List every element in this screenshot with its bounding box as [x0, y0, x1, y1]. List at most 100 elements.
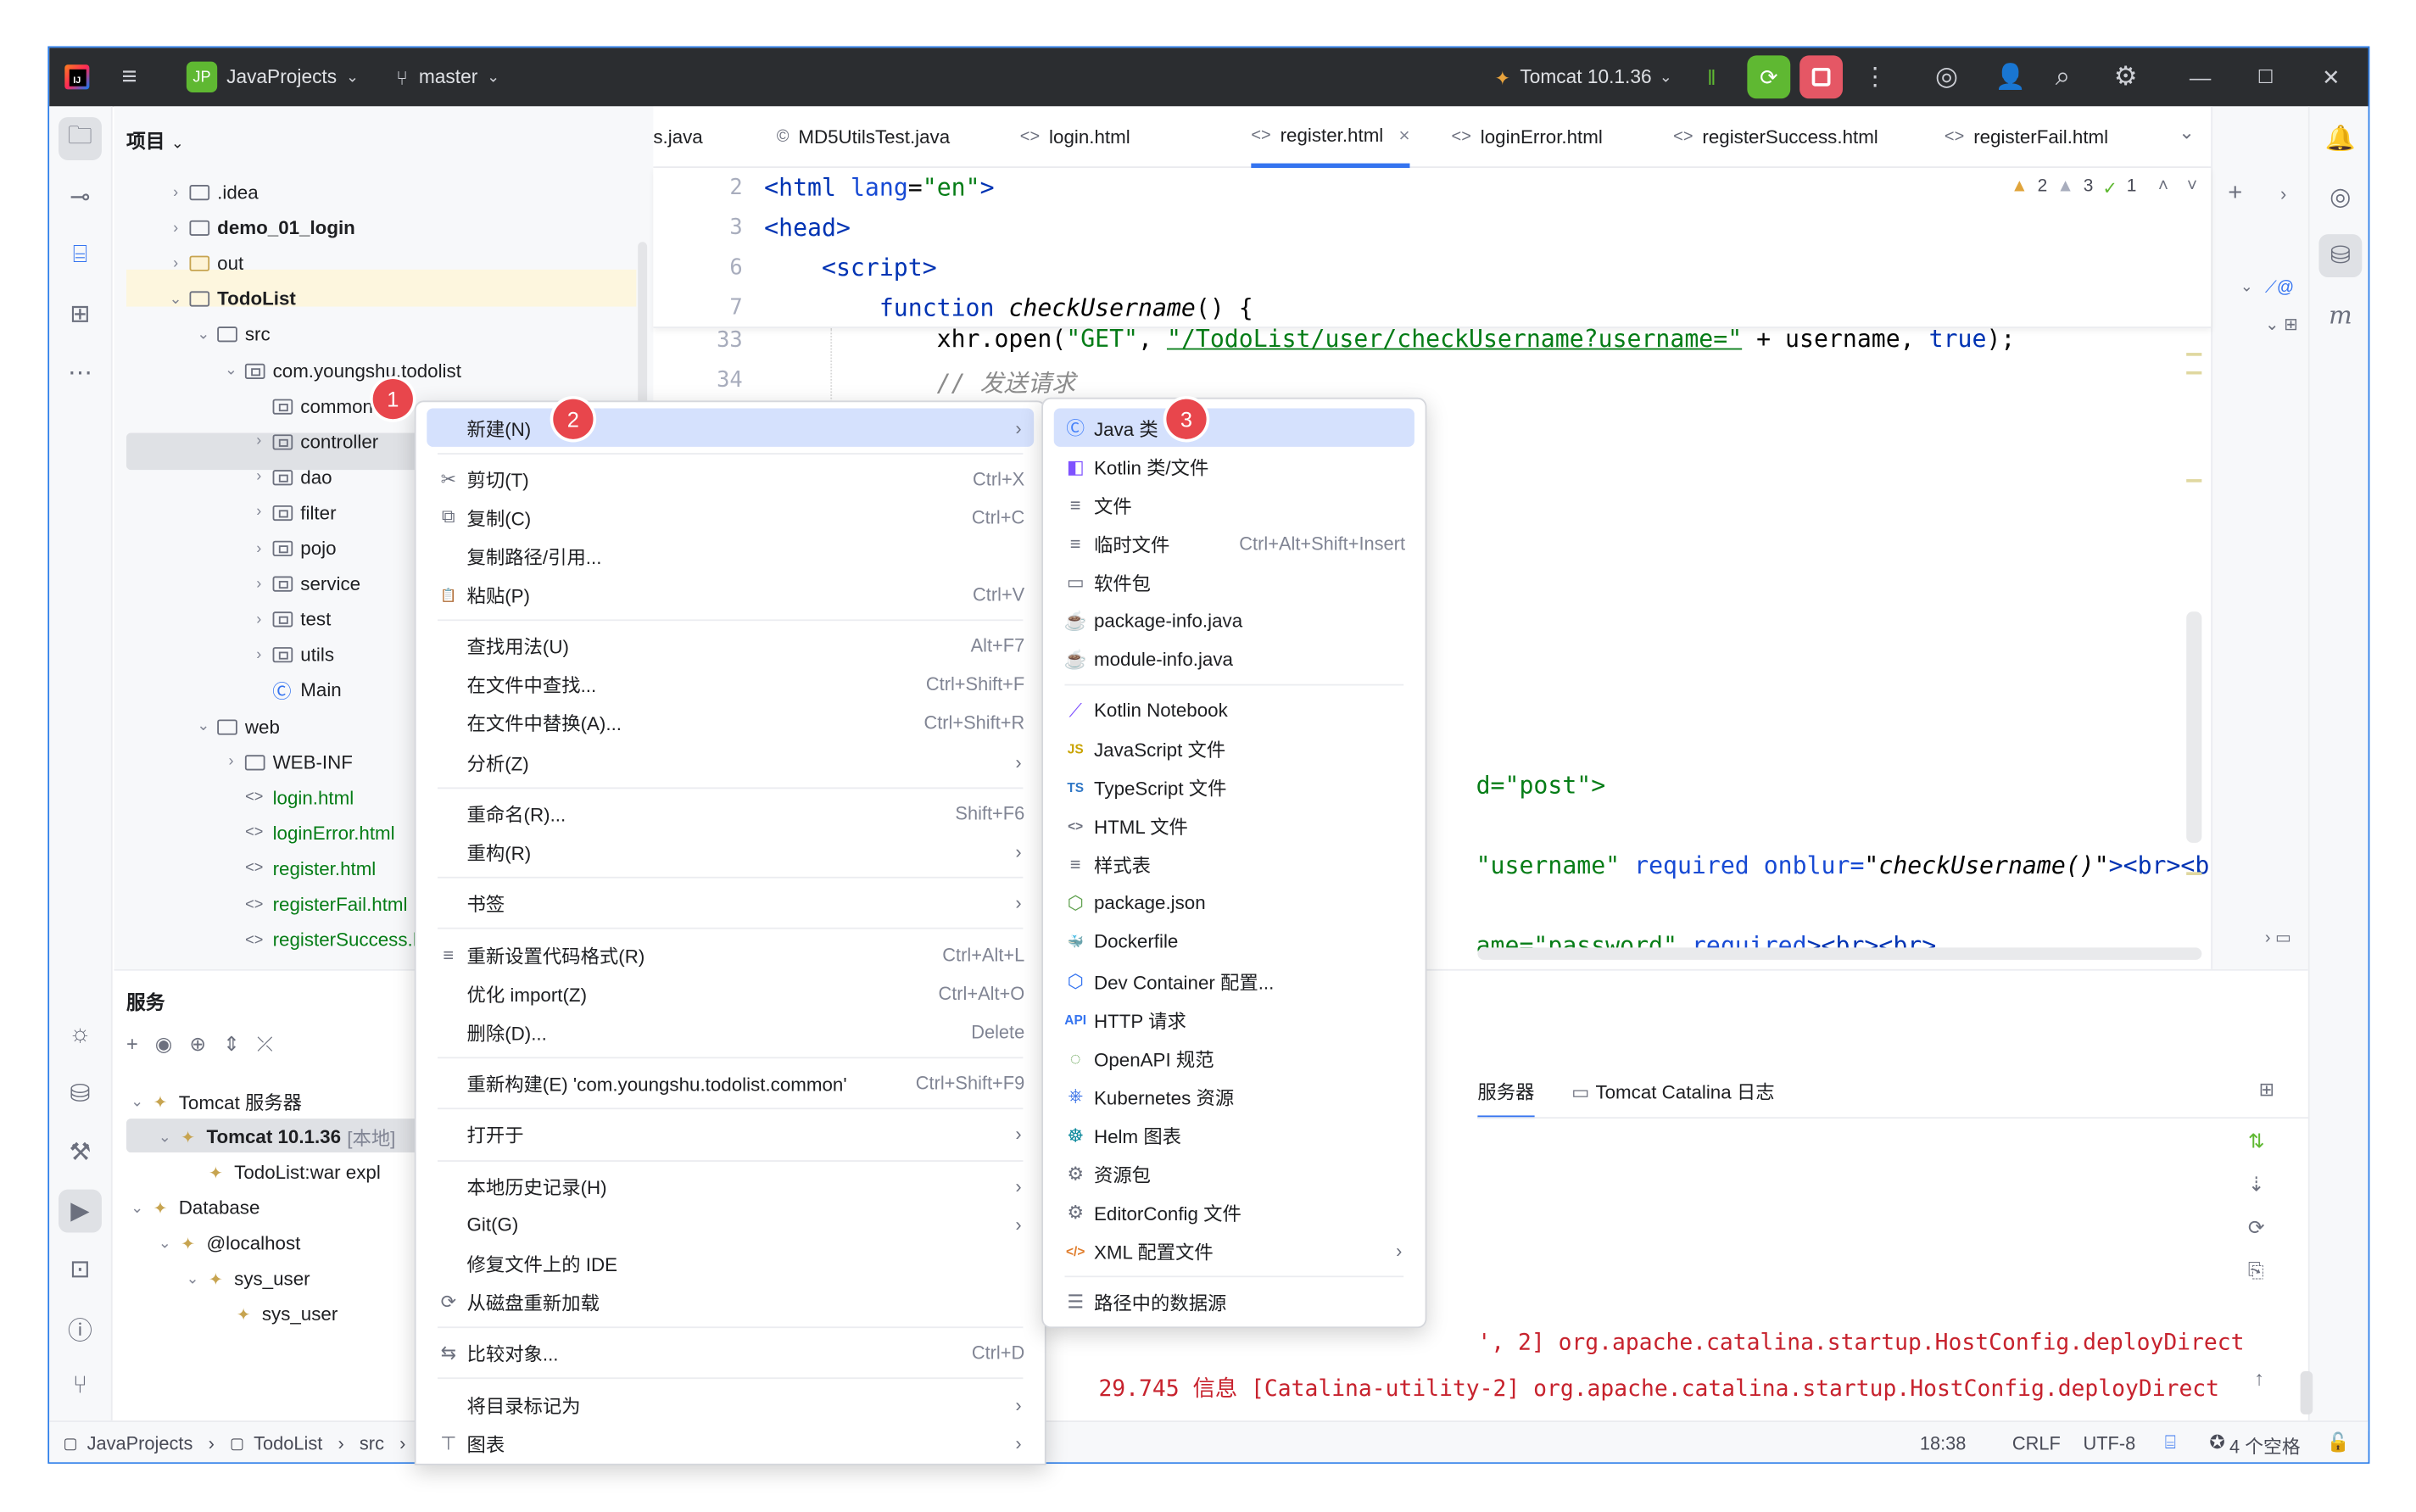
tree-arrow-icon[interactable]: ⌄	[192, 718, 214, 735]
project-tree-item[interactable]: › service	[248, 567, 360, 601]
services-tree-item[interactable]: ✦ TodoList:war expl	[181, 1156, 381, 1190]
tree-arrow-icon[interactable]: ›	[248, 540, 270, 557]
project-tree-item[interactable]: ⌄ src	[192, 318, 271, 352]
next-highlight-icon[interactable]: ˅	[2187, 177, 2197, 198]
services-icon[interactable]: ▶	[59, 1189, 102, 1233]
editor-tab[interactable]: <> registerFail.html	[1945, 106, 2108, 168]
menu-item[interactable]: ⧉ 复制(C) Ctrl+C	[427, 499, 1034, 538]
tab-server[interactable]: 服务器	[1477, 1077, 1535, 1119]
menu-item[interactable]: ≡ 文件	[1054, 485, 1414, 524]
file-encoding[interactable]: UTF-8	[2083, 1433, 2135, 1454]
services-tree-item[interactable]: ⌄ ✦ @localhost	[154, 1226, 301, 1260]
menu-item[interactable]: ⟳ 从磁盘重新加载	[427, 1282, 1034, 1321]
menu-item[interactable]: ◧ Kotlin 类/文件	[1054, 447, 1414, 486]
menu-item[interactable]: 新建(N) ›	[427, 408, 1035, 447]
ai-assistant-icon[interactable]: ◎	[1935, 47, 1958, 106]
project-tree-item[interactable]: <> loginError.html	[220, 817, 394, 851]
project-tree-item[interactable]: › filter	[248, 496, 336, 530]
menu-item[interactable]: ≡ 样式表	[1054, 845, 1414, 884]
services-tree-item[interactable]: ⌄ ✦ Database	[126, 1191, 259, 1225]
git-icon[interactable]: ⑂	[59, 1365, 102, 1409]
menu-item[interactable]: 在文件中查找... Ctrl+Shift+F	[427, 666, 1034, 705]
project-tree-item[interactable]: › utils	[248, 639, 334, 672]
editor-vertical-scrollbar[interactable]	[2186, 611, 2202, 843]
breadcrumb-javaprojects[interactable]: JavaProjects	[87, 1433, 193, 1454]
project-tree-item[interactable]: › test	[248, 603, 331, 637]
app-logo[interactable]: IJ	[64, 47, 90, 106]
project-tree-item[interactable]: ⌄ web	[192, 710, 280, 744]
chevron-right-icon[interactable]: ›	[2280, 183, 2286, 204]
menu-item[interactable]: ⟋ Kotlin Notebook	[1054, 691, 1414, 730]
editor-tab[interactable]: <> login.html	[1020, 106, 1130, 168]
layout-icon[interactable]: ⊞	[2259, 1079, 2274, 1100]
debug-bug-icon[interactable]: ☼	[59, 1014, 102, 1057]
menu-item[interactable]: 修复文件上的 IDE	[427, 1244, 1034, 1283]
tree-arrow-icon[interactable]: ⌄	[154, 1129, 176, 1146]
export-icon[interactable]: ⎘	[2248, 1258, 2265, 1283]
hamburger-icon[interactable]: ≡	[122, 47, 137, 106]
tree-arrow-icon[interactable]: ›	[248, 647, 270, 664]
prev-highlight-icon[interactable]: ˄	[2158, 177, 2168, 198]
menu-item[interactable]: ⚙ 资源包	[1054, 1154, 1414, 1193]
collapsed-node-icon[interactable]: › ▭	[2265, 928, 2291, 948]
project-tree-item[interactable]: › controller	[248, 425, 378, 459]
minimize-button[interactable]: —	[2190, 47, 2211, 106]
menu-item[interactable]: 删除(D)... Delete	[427, 1013, 1034, 1052]
breadcrumb-todolist[interactable]: TodoList	[254, 1433, 322, 1454]
run-config-selector[interactable]: ✦ Tomcat 10.1.36 ⌄	[1494, 47, 1672, 106]
menu-item[interactable]: ⚙ EditorConfig 文件	[1054, 1193, 1414, 1232]
more-actions-icon[interactable]: ⋮	[1863, 47, 1888, 106]
tab-list-chevron-icon[interactable]: ⌄	[2179, 122, 2195, 143]
scroll-up-icon[interactable]: ↑	[2254, 1367, 2264, 1390]
editor-tab[interactable]: <> registerSuccess.html	[1673, 106, 1878, 168]
menu-item[interactable]: TS TypeScript 文件	[1054, 768, 1414, 807]
cursor-position[interactable]: 18:38	[1920, 1433, 1967, 1454]
eye-icon[interactable]: ◉	[155, 1032, 173, 1057]
menu-item[interactable]: 在文件中替换(A)... Ctrl+Shift+R	[427, 704, 1034, 743]
indent-setting[interactable]: 4 个空格	[2229, 1433, 2301, 1459]
tree-arrow-icon[interactable]: ›	[248, 505, 270, 522]
tree-arrow-icon[interactable]: ›	[220, 754, 242, 771]
refresh-icon[interactable]: ⟳	[2248, 1216, 2265, 1241]
project-tree-item[interactable]: › pojo	[248, 532, 336, 566]
menu-item[interactable]: ⊤ 图表 ›	[427, 1424, 1034, 1463]
project-tree-item[interactable]: Ⓒ Main	[248, 674, 341, 708]
project-tree-item[interactable]: › .idea	[165, 176, 259, 209]
commit-icon[interactable]: ⊸	[59, 176, 102, 219]
ai-chat-icon[interactable]: ◎	[2318, 176, 2362, 219]
project-switcher[interactable]: JP JavaProjects ⌄	[186, 47, 359, 106]
project-tree-item[interactable]: <> registerFail.html	[220, 888, 407, 922]
menu-item[interactable]: 重构(R) ›	[427, 833, 1034, 872]
menu-item[interactable]: 打开于 ›	[427, 1115, 1034, 1154]
project-tree-item[interactable]: ⌄ TodoList	[165, 282, 295, 316]
services-tree-item[interactable]: ⌄ ✦ Tomcat 服务器	[126, 1085, 302, 1119]
search-icon[interactable]: ⌕	[2056, 47, 2070, 106]
lock-icon[interactable]: 🔓	[2327, 1431, 2350, 1453]
stop-log-icon[interactable]: ⇣	[2248, 1173, 2265, 1197]
menu-item[interactable]: </> XML 配置文件 ›	[1054, 1231, 1414, 1270]
tree-arrow-icon[interactable]: ›	[165, 255, 186, 272]
close-tab-icon[interactable]: ×	[1398, 124, 1409, 145]
project-tree-item[interactable]: › demo_01_login	[165, 211, 355, 245]
tree-arrow-icon[interactable]: ⌄	[165, 291, 186, 308]
tree-arrow-icon[interactable]: ›	[248, 433, 270, 450]
tree-arrow-icon[interactable]: ›	[248, 611, 270, 628]
problems-icon[interactable]: ⓘ	[59, 1307, 102, 1350]
menu-item[interactable]: ▭ 软件包	[1054, 563, 1414, 602]
services-tree-item[interactable]: ✦ sys_user	[209, 1297, 338, 1331]
gear-icon[interactable]: ⚙	[2114, 47, 2138, 106]
menu-item[interactable]: 重新构建(E) 'com.youngshu.todolist.common' Ct…	[427, 1064, 1034, 1103]
tree-arrow-icon[interactable]: ›	[165, 184, 186, 201]
editor-tab[interactable]: <> register.html ×	[1251, 106, 1410, 169]
menu-item[interactable]: 将目录标记为 ›	[427, 1386, 1034, 1425]
menu-item[interactable]: 📋 粘贴(P) Ctrl+V	[427, 576, 1034, 615]
tree-arrow-icon[interactable]: ⌄	[126, 1093, 148, 1110]
menu-item[interactable]: ☕ module-info.java	[1054, 640, 1414, 679]
tree-arrow-icon[interactable]: ›	[248, 576, 270, 593]
add-user-icon[interactable]: 👤	[1995, 47, 2026, 106]
menu-item[interactable]: 🐳 Dockerfile	[1054, 923, 1414, 962]
pause-icon[interactable]: ‖	[1707, 47, 1716, 106]
menu-item[interactable]: Ⓒ Java 类	[1053, 408, 1414, 447]
menu-item[interactable]: API HTTP 请求	[1054, 1000, 1414, 1039]
collapse-all-icon[interactable]: ⤫	[257, 1032, 273, 1057]
